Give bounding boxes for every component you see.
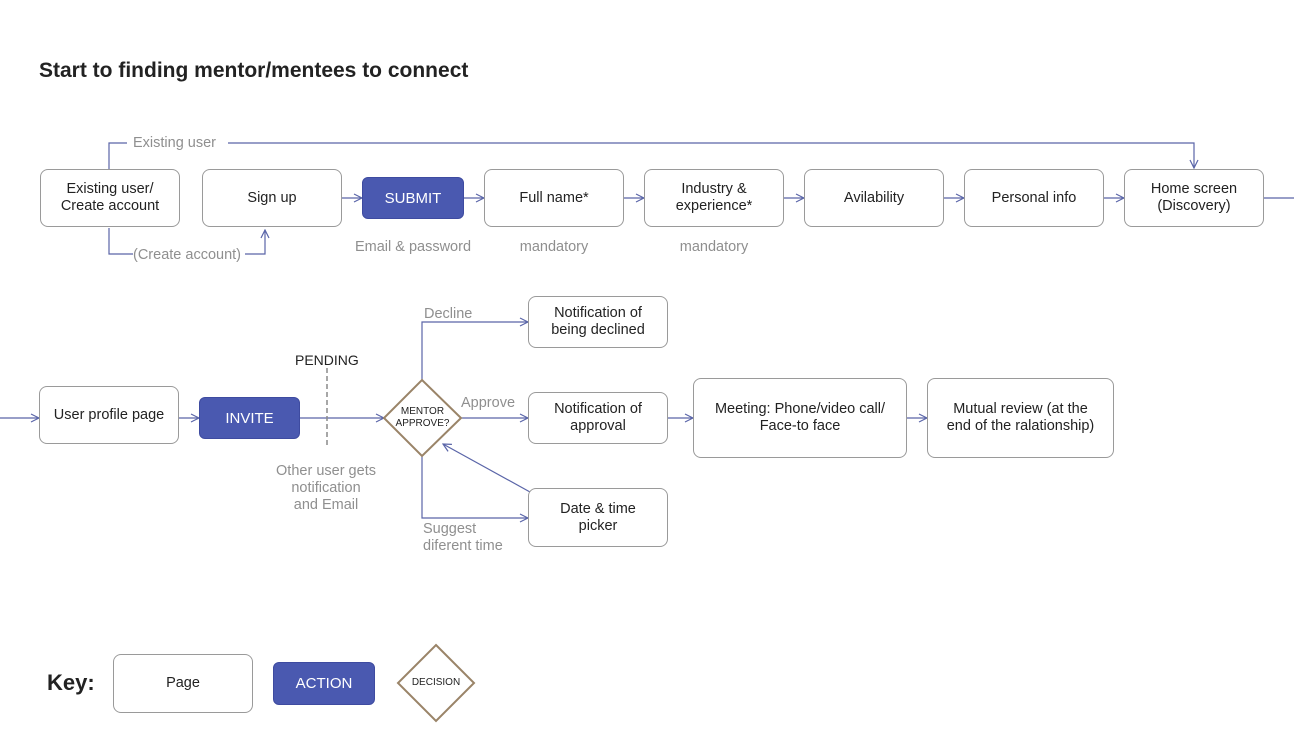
approval-notification-page[interactable]: Notification of approval <box>528 392 668 444</box>
suggest-connector <box>421 456 528 518</box>
meeting-page[interactable]: Meeting: Phone/video call/ Face-to face <box>693 378 907 458</box>
pending-note: Other user gets notification and Email <box>276 463 376 513</box>
decline-label: Decline <box>424 306 473 322</box>
user-profile-page[interactable]: User profile page <box>39 386 179 444</box>
invite-button[interactable]: INVITE <box>199 397 300 439</box>
submit-note: Email & password <box>354 239 472 255</box>
suggest-time-label: Suggest diferent time <box>423 521 503 554</box>
create-account-label: (Create account) <box>133 247 241 263</box>
sign-up-page[interactable]: Sign up <box>202 169 342 227</box>
existing-user-create-account-page[interactable]: Existing user/ Create account <box>40 169 180 227</box>
key-page-sample: Page <box>113 654 253 713</box>
declined-notification-page[interactable]: Notification of being declined <box>528 296 668 348</box>
picker-to-decision-arrow <box>443 444 531 493</box>
connector-layer <box>0 142 1294 723</box>
decline-connector <box>421 322 528 380</box>
approve-label: Approve <box>461 395 516 411</box>
home-screen-page[interactable]: Home screen (Discovery) <box>1124 169 1264 227</box>
key-action-sample: ACTION <box>273 662 375 705</box>
personal-info-page[interactable]: Personal info <box>964 169 1104 227</box>
industry-note: mandatory <box>679 239 749 255</box>
industry-experience-page[interactable]: Industry & experience* <box>644 169 784 227</box>
decision-label: MENTOR APPROVE? <box>395 406 450 429</box>
availability-page[interactable]: Avilability <box>804 169 944 227</box>
pending-label: PENDING <box>295 352 359 368</box>
existing-user-label: Existing user <box>133 135 217 151</box>
date-time-picker-page[interactable]: Date & time picker <box>528 488 668 547</box>
submit-button[interactable]: SUBMIT <box>362 177 464 219</box>
existing-user-connector <box>108 142 1194 169</box>
key-decision-label: DECISION <box>411 677 461 688</box>
full-name-note: mandatory <box>519 239 589 255</box>
full-name-page[interactable]: Full name* <box>484 169 624 227</box>
key-label: Key: <box>47 670 95 695</box>
mutual-review-page[interactable]: Mutual review (at the end of the ralatio… <box>927 378 1114 458</box>
